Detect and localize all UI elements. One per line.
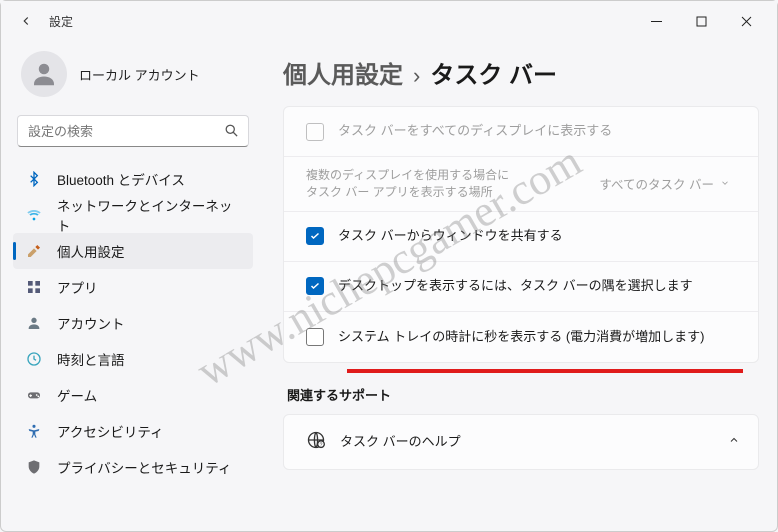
row-show-desktop-corner: デスクトップを表示するには、タスク バーの隅を選択します <box>284 262 758 312</box>
chevron-up-icon <box>728 434 740 449</box>
help-row[interactable]: ? タスク バーのヘルプ <box>283 414 759 470</box>
bluetooth-icon <box>25 170 43 188</box>
sidebar-item-wifi[interactable]: ネットワークとインターネット <box>13 197 253 233</box>
related-heading: 関連するサポート <box>287 385 759 404</box>
wifi-icon <box>25 206 43 224</box>
sidebar-item-label: アプリ <box>57 277 98 297</box>
sidebar-item-apps[interactable]: アプリ <box>13 269 253 305</box>
search-wrap <box>17 115 249 147</box>
checkbox-share-window[interactable] <box>306 227 324 245</box>
breadcrumb-parent[interactable]: 個人用設定 <box>283 55 403 90</box>
row-show-all-displays: タスク バーをすべてのディスプレイに表示する <box>284 107 758 157</box>
sidebar-item-label: アカウント <box>57 313 125 333</box>
label-multi-display-l2: タスク バー アプリを表示する場所 <box>306 184 509 201</box>
checkbox-show-all-displays[interactable] <box>306 123 324 141</box>
game-icon <box>25 386 43 404</box>
sidebar-item-game[interactable]: ゲーム <box>13 377 253 413</box>
chevron-down-icon <box>720 177 730 191</box>
back-button[interactable] <box>15 10 37 32</box>
sidebar-item-account[interactable]: アカウント <box>13 305 253 341</box>
sidebar-item-label: 時刻と言語 <box>57 349 125 369</box>
checkbox-show-desktop-corner[interactable] <box>306 277 324 295</box>
maximize-button[interactable] <box>679 6 724 36</box>
select-multi-display[interactable]: すべてのタスク バー <box>589 169 740 199</box>
minimize-button[interactable] <box>634 6 679 36</box>
nav: Bluetooth とデバイスネットワークとインターネット個人用設定アプリアカウ… <box>13 161 253 485</box>
accessibility-icon <box>25 422 43 440</box>
label-show-all-displays: タスク バーをすべてのディスプレイに表示する <box>338 122 612 140</box>
sidebar-item-brush[interactable]: 個人用設定 <box>13 233 253 269</box>
sidebar-item-accessibility[interactable]: アクセシビリティ <box>13 413 253 449</box>
help-label: タスク バーのヘルプ <box>340 433 461 451</box>
checkbox-seconds-clock[interactable] <box>306 328 324 346</box>
app-title: 設定 <box>49 13 73 30</box>
privacy-icon <box>25 458 43 476</box>
account-name: ローカル アカウント <box>79 65 200 84</box>
settings-panel: タスク バーをすべてのディスプレイに表示する 複数のディスプレイを使用する場合に… <box>283 106 759 363</box>
select-multi-display-value: すべてのタスク バー <box>599 174 714 193</box>
row-multi-display: 複数のディスプレイを使用する場合に タスク バー アプリを表示する場所 すべての… <box>284 157 758 212</box>
sidebar-item-label: アクセシビリティ <box>57 421 164 441</box>
svg-text:?: ? <box>320 443 323 449</box>
sidebar-item-bluetooth[interactable]: Bluetooth とデバイス <box>13 161 253 197</box>
row-seconds-clock: システム トレイの時計に秒を表示する (電力消費が増加します) <box>284 312 758 362</box>
account-icon <box>25 314 43 332</box>
label-show-desktop-corner: デスクトップを表示するには、タスク バーの隅を選択します <box>338 277 693 295</box>
breadcrumb-sep: › <box>413 63 420 89</box>
highlight-underline <box>347 369 743 373</box>
globe-help-icon: ? <box>306 430 326 453</box>
avatar <box>21 51 67 97</box>
sidebar-item-privacy[interactable]: プライバシーとセキュリティ <box>13 449 253 485</box>
close-button[interactable] <box>724 6 769 36</box>
titlebar: 設定 <box>1 1 777 41</box>
clock-lang-icon <box>25 350 43 368</box>
label-share-window: タスク バーからウィンドウを共有する <box>338 227 563 245</box>
sidebar-item-label: 個人用設定 <box>57 241 125 261</box>
search-input[interactable] <box>17 115 249 147</box>
main: 個人用設定 › タスク バー タスク バーをすべてのディスプレイに表示する 複数… <box>263 41 777 531</box>
account-block[interactable]: ローカル アカウント <box>13 47 253 115</box>
breadcrumb-current: タスク バー <box>430 55 557 90</box>
sidebar-item-label: ゲーム <box>57 385 97 405</box>
breadcrumb: 個人用設定 › タスク バー <box>283 55 759 90</box>
label-multi-display-l1: 複数のディスプレイを使用する場合に <box>306 167 509 184</box>
sidebar: ローカル アカウント Bluetooth とデバイスネットワークとインターネット… <box>1 41 263 531</box>
label-seconds-clock: システム トレイの時計に秒を表示する (電力消費が増加します) <box>338 328 705 346</box>
sidebar-item-clock-lang[interactable]: 時刻と言語 <box>13 341 253 377</box>
row-share-window: タスク バーからウィンドウを共有する <box>284 212 758 262</box>
sidebar-item-label: プライバシーとセキュリティ <box>57 457 231 477</box>
sidebar-item-label: Bluetooth とデバイス <box>57 169 185 189</box>
sidebar-item-label: ネットワークとインターネット <box>57 195 245 235</box>
window-controls <box>634 6 769 36</box>
brush-icon <box>25 242 43 260</box>
apps-icon <box>25 278 43 296</box>
